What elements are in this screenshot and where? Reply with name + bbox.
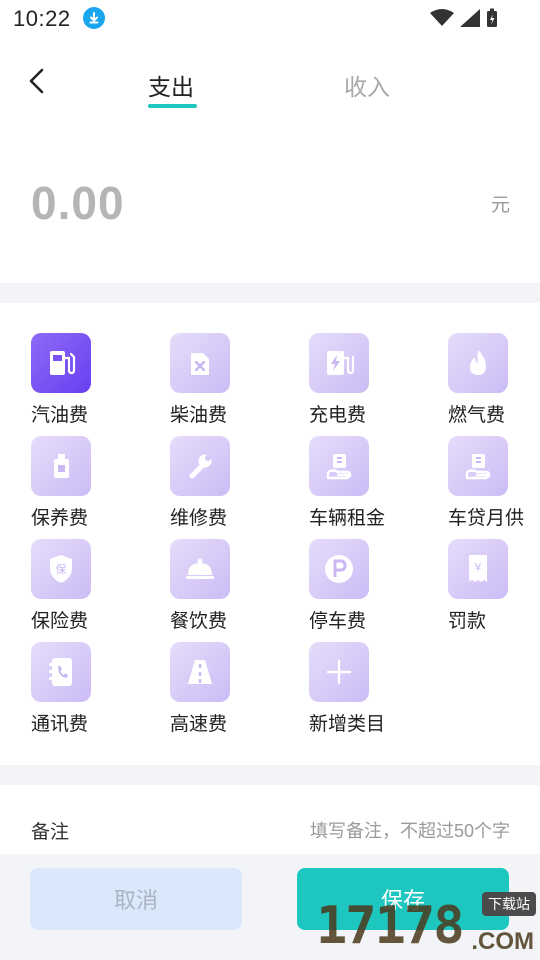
svg-text:¥: ¥ xyxy=(475,561,482,574)
remark-input[interactable]: 填写备注，不超过50个字 xyxy=(210,817,510,843)
category-label: 餐饮费 xyxy=(170,611,228,632)
plus-icon xyxy=(309,642,369,702)
charging-icon xyxy=(309,333,369,393)
category-insurance[interactable]: 保 保险费 xyxy=(31,536,141,636)
category-label: 通讯费 xyxy=(31,714,89,735)
svg-text:保: 保 xyxy=(56,562,67,576)
tab-income[interactable]: 收入 xyxy=(344,68,390,102)
category-label: 汽油费 xyxy=(31,405,89,426)
hand-money-icon xyxy=(309,436,369,496)
category-label: 停车费 xyxy=(309,611,367,632)
watermark-badge: 下载站 xyxy=(482,892,536,916)
wifi-icon xyxy=(430,9,454,32)
category-diesel[interactable]: 柴油费 xyxy=(170,330,280,430)
category-dining[interactable]: 餐饮费 xyxy=(170,536,280,636)
category-label: 车贷月供 xyxy=(448,508,525,529)
category-label: 充电费 xyxy=(309,405,367,426)
category-label: 保险费 xyxy=(31,611,89,632)
category-toll[interactable]: 高速费 xyxy=(170,639,280,739)
remark-label: 备注 xyxy=(31,822,70,843)
shield-icon: 保 xyxy=(31,539,91,599)
category-label: 保养费 xyxy=(31,508,89,529)
status-bar: 10:22 xyxy=(0,0,540,38)
category-add-new[interactable]: 新增类目 xyxy=(309,639,419,739)
category-fine[interactable]: ¥ 罚款 xyxy=(448,536,540,636)
watermark-logo: 17178 .COM 下载站 xyxy=(310,890,540,960)
category-label: 高速费 xyxy=(170,714,228,735)
status-time: 10:22 xyxy=(13,6,71,31)
download-icon xyxy=(83,7,105,29)
category-label: 维修费 xyxy=(170,508,228,529)
category-repair[interactable]: 维修费 xyxy=(170,433,280,533)
battery-icon xyxy=(486,8,498,33)
category-telecom[interactable]: 通讯费 xyxy=(31,639,141,739)
active-tab-indicator xyxy=(148,104,197,108)
category-label: 车辆租金 xyxy=(309,508,386,529)
signal-icon xyxy=(460,9,480,32)
watermark-number: 17178 xyxy=(316,896,465,956)
section-divider xyxy=(0,765,540,785)
hand-money-icon xyxy=(448,436,508,496)
category-car-loan[interactable]: 车贷月供 xyxy=(448,433,540,533)
cancel-button[interactable]: 取消 xyxy=(30,868,242,930)
category-label: 罚款 xyxy=(448,611,487,632)
amount-unit: 元 xyxy=(490,195,510,216)
category-label: 燃气费 xyxy=(448,405,506,426)
receipt-icon: ¥ xyxy=(448,539,508,599)
category-charging[interactable]: 充电费 xyxy=(309,330,419,430)
oil-bottle-icon xyxy=(31,436,91,496)
watermark-domain: .COM xyxy=(471,928,534,955)
category-parking[interactable]: 停车费 xyxy=(309,536,419,636)
fuel-can-icon xyxy=(170,333,230,393)
phone-book-icon xyxy=(31,642,91,702)
highway-icon xyxy=(170,642,230,702)
category-label: 柴油费 xyxy=(170,405,228,426)
category-gas[interactable]: 燃气费 xyxy=(448,330,540,430)
parking-icon xyxy=(309,539,369,599)
category-gasoline[interactable]: 汽油费 xyxy=(31,330,141,430)
category-label: 新增类目 xyxy=(309,714,386,735)
gas-pump-icon xyxy=(31,333,91,393)
header: 支出 收入 xyxy=(0,52,540,112)
food-cloche-icon xyxy=(170,539,230,599)
back-arrow-icon[interactable] xyxy=(26,66,50,96)
category-maintenance[interactable]: 保养费 xyxy=(31,433,141,533)
category-rental[interactable]: 车辆租金 xyxy=(309,433,419,533)
flame-icon xyxy=(448,333,508,393)
section-divider xyxy=(0,283,540,303)
amount-display[interactable]: 0.00 xyxy=(31,176,125,230)
tab-expense[interactable]: 支出 xyxy=(148,68,194,102)
wrench-icon xyxy=(170,436,230,496)
